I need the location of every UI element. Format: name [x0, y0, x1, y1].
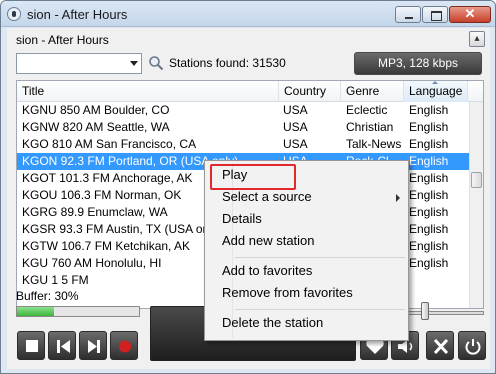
stations-found-count: Stations found: 31530 — [169, 56, 286, 70]
cell-country: USA — [283, 120, 308, 134]
cell-country: USA — [283, 103, 308, 117]
menu-separator — [235, 257, 405, 258]
power-button[interactable] — [458, 331, 486, 360]
menu-item-add-new-station[interactable]: Add new station — [207, 230, 406, 252]
record-button[interactable] — [110, 331, 138, 360]
cell-language: English — [409, 137, 449, 151]
stop-button[interactable] — [17, 331, 45, 360]
cell-language: English — [409, 171, 449, 185]
column-header-language[interactable]: Language — [404, 81, 468, 102]
menu-separator — [235, 309, 405, 310]
previous-icon — [57, 340, 70, 353]
collapse-button[interactable]: ▴ — [469, 31, 485, 47]
scrollbar-thumb[interactable] — [471, 172, 482, 188]
cell-language: English — [409, 205, 449, 219]
window-title: sion - After Hours — [27, 7, 128, 22]
table-row[interactable]: KGO 810 AM San Francisco, CA USA Talk-News… — [17, 136, 469, 153]
stop-icon — [26, 340, 38, 352]
list-header: Title Country Genre Language — [17, 81, 483, 102]
power-icon — [465, 339, 481, 355]
now-playing-title: sion - After Hours — [16, 33, 109, 47]
sort-ascending-icon — [432, 81, 438, 84]
cell-title: KGNW 820 AM Seattle, WA — [22, 120, 170, 134]
buffer-progress-fill — [17, 307, 54, 316]
previous-button[interactable] — [48, 331, 76, 360]
column-header-country[interactable]: Country — [279, 81, 341, 102]
cell-country: USA — [283, 137, 308, 151]
search-icon[interactable] — [148, 55, 164, 71]
vertical-scrollbar[interactable] — [469, 102, 483, 308]
genre-filter-dropdown[interactable] — [16, 53, 142, 74]
radio-app-icon — [7, 7, 21, 21]
tools-icon — [433, 338, 449, 355]
next-icon — [88, 340, 100, 353]
cell-language: English — [409, 120, 449, 134]
cell-title: KGNU 850 AM Boulder, CO — [22, 103, 170, 117]
settings-button[interactable] — [426, 331, 454, 360]
play-highlight-box — [210, 164, 296, 190]
maximize-button[interactable] — [422, 6, 448, 23]
table-row[interactable]: KGNW 820 AM Seattle, WA USA Christian Engli… — [17, 119, 469, 136]
cell-title: KGO 810 AM San Francisco, CA — [22, 137, 197, 151]
column-header-title[interactable]: Title — [17, 81, 279, 102]
cell-language: English — [409, 154, 449, 168]
column-header-language-label: Language — [409, 84, 463, 98]
cell-language: English — [409, 239, 449, 253]
volume-slider-track[interactable] — [405, 311, 484, 315]
column-header-genre[interactable]: Genre — [341, 81, 404, 102]
close-button[interactable]: ✕ — [449, 6, 491, 23]
cell-genre: Christian — [346, 120, 394, 134]
buffer-label: Buffer: 30% — [16, 289, 79, 303]
menu-item-add-to-favorites[interactable]: Add to favorites — [207, 260, 406, 282]
cell-language: English — [409, 188, 449, 202]
menu-item-remove-from-favorites[interactable]: Remove from favorites — [207, 282, 406, 304]
cell-language: English — [409, 103, 449, 117]
title-bar[interactable]: sion - After Hours ✕ — [1, 1, 495, 27]
bitrate-button[interactable]: MP3, 128 kbps — [354, 52, 482, 75]
cell-language: English — [409, 222, 449, 236]
minimize-button[interactable] — [395, 6, 421, 23]
next-button[interactable] — [79, 331, 107, 360]
collapse-icon: ▴ — [474, 33, 480, 44]
menu-item-details[interactable]: Details — [207, 208, 406, 230]
chevron-down-icon — [130, 61, 138, 66]
cell-genre: Talk-News — [346, 137, 402, 151]
buffer-progress-bar — [16, 306, 140, 317]
submenu-arrow-icon — [396, 194, 400, 202]
close-icon: ✕ — [464, 6, 476, 21]
record-icon — [119, 340, 131, 353]
menu-item-delete-station[interactable]: Delete the station — [207, 312, 406, 334]
cell-language: English — [409, 256, 449, 270]
menu-item-select-source-label: Select a source — [222, 189, 312, 204]
volume-slider-thumb[interactable] — [421, 302, 429, 320]
table-row[interactable]: KGNU 850 AM Boulder, CO USA Eclectic Englis… — [17, 102, 469, 119]
cell-genre: Eclectic — [346, 103, 388, 117]
